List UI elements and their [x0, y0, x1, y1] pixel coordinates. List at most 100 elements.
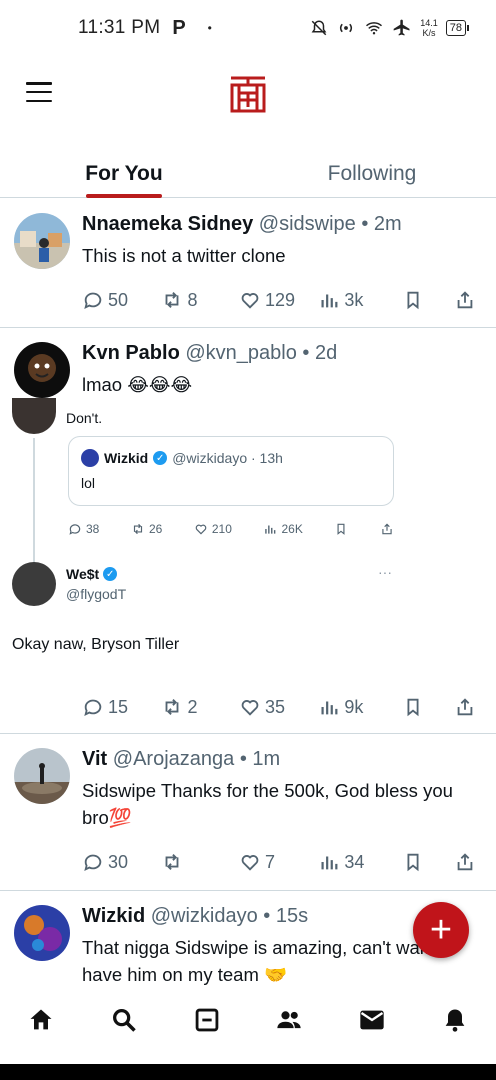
- reply-button[interactable]: 30: [82, 851, 161, 873]
- reply-button[interactable]: 15: [82, 696, 161, 718]
- avatar[interactable]: [14, 342, 70, 398]
- reply-name-row: We$t ✓: [66, 566, 118, 582]
- avatar[interactable]: [14, 748, 70, 804]
- post-header: Vit @Arojazanga • 1m: [82, 748, 476, 771]
- views-icon: [321, 856, 338, 870]
- bookmark-button[interactable]: [402, 289, 454, 311]
- repost-button[interactable]: 2: [161, 696, 239, 718]
- avatar[interactable]: [14, 905, 70, 961]
- views-button[interactable]: 3k: [318, 289, 401, 311]
- post-time: 15s: [275, 905, 309, 927]
- display-name[interactable]: Vit: [82, 748, 107, 770]
- post[interactable]: Nnaemeka Sidney @sidswipe • 2m This is n…: [0, 199, 496, 328]
- menu-icon[interactable]: [26, 82, 52, 102]
- feed-tabs: For You Following: [0, 150, 496, 198]
- post-body: Kvn Pablo @kvn_pablo • 2d lmao 😂😂😂 Don't…: [12, 342, 476, 733]
- reply-button[interactable]: 50: [82, 289, 161, 311]
- user-handle[interactable]: @Arojazanga: [113, 748, 234, 770]
- like-button[interactable]: 7: [239, 851, 318, 873]
- repost-count: 8: [187, 289, 198, 310]
- share-icon: [457, 853, 473, 871]
- app-header: [0, 62, 496, 132]
- verified-icon: ✓: [153, 451, 168, 465]
- heart-icon: [195, 524, 207, 535]
- heart-icon: [241, 700, 259, 716]
- embed-bookmark: [334, 522, 348, 536]
- post[interactable]: Vit @Arojazanga • 1m Sidswipe Thanks for…: [0, 734, 496, 891]
- tab-for-you[interactable]: For You: [0, 150, 248, 197]
- post-time: 2d: [314, 342, 338, 364]
- quote-name: Wizkid: [104, 450, 149, 466]
- reply-icon: [84, 699, 102, 717]
- display-name[interactable]: Nnaemeka Sidney: [82, 213, 253, 235]
- share-button[interactable]: [454, 851, 476, 873]
- like-button[interactable]: 129: [239, 289, 318, 311]
- embed-like-count: 210: [211, 522, 232, 536]
- bookmark-icon: [407, 698, 419, 717]
- post-header: Nnaemeka Sidney @sidswipe • 2m: [82, 213, 476, 236]
- embed-like: 210: [194, 522, 232, 536]
- separator: •: [361, 213, 369, 235]
- repost-button[interactable]: [161, 851, 239, 873]
- share-button[interactable]: [454, 696, 476, 718]
- notification-dot: •: [207, 21, 212, 35]
- nav-notifications[interactable]: [435, 1000, 475, 1040]
- embed-actions: 38 26 210 26K: [68, 522, 394, 536]
- quote-handle: @wizkidayo · 13h: [172, 450, 283, 466]
- display-name[interactable]: Kvn Pablo: [82, 342, 180, 364]
- like-count: 35: [264, 696, 285, 717]
- bookmark-button[interactable]: [402, 696, 454, 718]
- embedded-screenshot[interactable]: Don't. Wizkid ✓ @wizkidayo · 13h lol 38 …: [12, 398, 412, 698]
- nav-spaces[interactable]: [187, 1000, 227, 1040]
- thread-line: [33, 438, 35, 580]
- share-icon: [457, 291, 473, 309]
- avatar[interactable]: [14, 213, 70, 269]
- repost-button[interactable]: 8: [161, 289, 239, 311]
- like-button[interactable]: 35: [239, 696, 318, 718]
- nav-search[interactable]: [104, 1000, 144, 1040]
- share-button[interactable]: [454, 289, 476, 311]
- separator: •: [263, 905, 271, 927]
- search-icon: [113, 1009, 136, 1032]
- bookmark-button[interactable]: [402, 851, 454, 873]
- post-text: lmao 😂😂😂: [82, 374, 193, 395]
- tab-following[interactable]: Following: [248, 150, 496, 197]
- quote-text: lol: [81, 475, 96, 491]
- post-text: This is not a twitter clone: [82, 245, 286, 266]
- separator: •: [239, 748, 247, 770]
- post[interactable]: Kvn Pablo @kvn_pablo • 2d lmao 😂😂😂 Don't…: [0, 328, 496, 734]
- compose-button[interactable]: +: [413, 902, 469, 958]
- user-handle[interactable]: @wizkidayo: [151, 905, 258, 927]
- embed-avatar: [12, 398, 56, 434]
- hotspot-icon: [340, 23, 353, 33]
- reply-text: Okay naw, Bryson Tiller: [12, 636, 180, 653]
- post-header: Kvn Pablo @kvn_pablo • 2d: [82, 342, 476, 365]
- embed-reply-count: 38: [86, 522, 100, 536]
- embed-views: 26K: [263, 522, 303, 536]
- notification-p-icon: P: [172, 16, 186, 39]
- nav-home[interactable]: [21, 1000, 61, 1040]
- embed-repost: 26: [131, 522, 162, 536]
- nav-communities[interactable]: [269, 1000, 309, 1040]
- reply-icon: [84, 292, 102, 310]
- views-icon: [265, 525, 276, 534]
- views-button[interactable]: 34: [318, 851, 401, 873]
- views-button[interactable]: 9k: [318, 696, 401, 718]
- post-time: 2m: [373, 213, 402, 235]
- user-handle[interactable]: @sidswipe: [259, 213, 356, 235]
- reply-name: We$t: [66, 566, 100, 582]
- feed[interactable]: Nnaemeka Sidney @sidswipe • 2m This is n…: [0, 199, 496, 996]
- bell-icon: [445, 1009, 464, 1032]
- reply-handle: @flygodT: [66, 586, 127, 602]
- nav-messages[interactable]: [352, 1000, 392, 1040]
- battery-icon: 78: [445, 20, 470, 36]
- display-name[interactable]: Wizkid: [82, 905, 145, 927]
- verified-icon: ✓: [103, 567, 118, 581]
- reply-icon: [84, 854, 102, 872]
- repost-count: 2: [187, 696, 198, 717]
- airplane-icon: [393, 19, 410, 36]
- user-handle[interactable]: @kvn_pablo: [185, 342, 296, 364]
- status-icons: 14.1 K/s 78: [310, 18, 470, 38]
- quoted-post: Wizkid ✓ @wizkidayo · 13h lol: [68, 436, 394, 506]
- view-count: 9k: [344, 696, 364, 717]
